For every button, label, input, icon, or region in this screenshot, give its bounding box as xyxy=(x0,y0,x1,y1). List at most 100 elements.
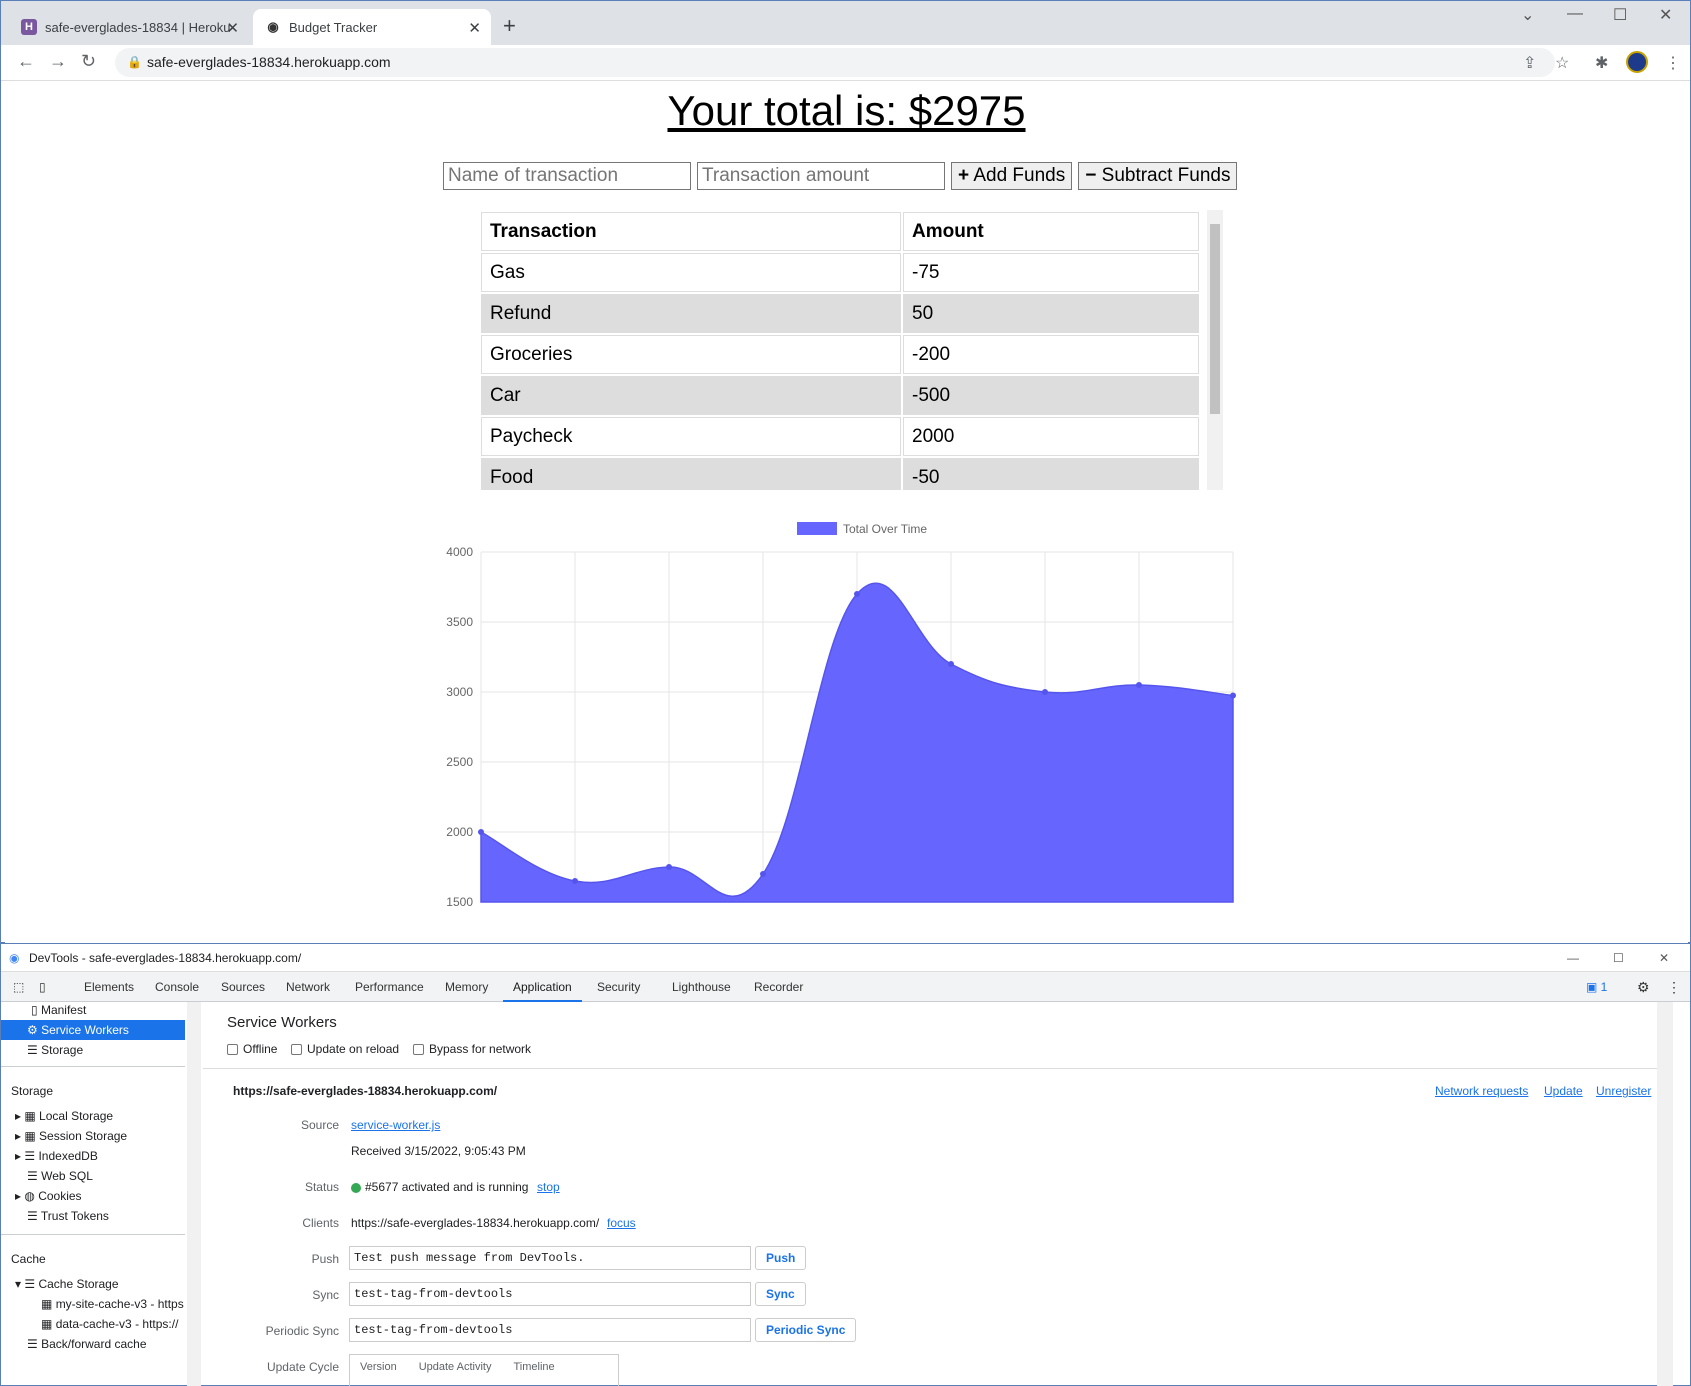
close-tab-icon[interactable]: ✕ xyxy=(226,19,239,37)
data-point xyxy=(572,878,578,884)
more-options-icon[interactable]: ⋮ xyxy=(1667,972,1681,1002)
sidebar-item-trust-tokens[interactable]: ☰ Trust Tokens xyxy=(1,1206,185,1226)
devtools-tabbar: ⬚ ▯ Elements Console Sources Network Per… xyxy=(1,972,1690,1002)
checkbox-box[interactable] xyxy=(413,1044,424,1056)
sidebar-item-bfcache[interactable]: ☰ Back/forward cache xyxy=(1,1334,185,1354)
tab-network[interactable]: Network xyxy=(286,972,330,1002)
file-icon: ▯ xyxy=(31,1003,38,1017)
close-window-icon[interactable]: ✕ xyxy=(1659,944,1669,972)
new-tab-icon[interactable]: + xyxy=(503,13,516,39)
transaction-amount-input[interactable] xyxy=(697,162,945,190)
address-bar[interactable]: 🔒 safe-everglades-18834.herokuapp.com xyxy=(115,48,1555,77)
close-tab-icon[interactable]: ✕ xyxy=(468,19,481,37)
scrollbar-thumb[interactable] xyxy=(1210,224,1220,414)
maximize-icon[interactable]: ☐ xyxy=(1613,944,1624,972)
sidebar-item-cache-storage[interactable]: ▾ ☰ Cache Storage xyxy=(1,1274,185,1294)
add-funds-button[interactable]: + Add Funds xyxy=(951,162,1073,190)
tab-search-icon[interactable]: ⌄ xyxy=(1521,5,1534,25)
extensions-icon[interactable]: ✱ xyxy=(1595,53,1608,73)
stop-link[interactable]: stop xyxy=(537,1180,560,1194)
minimize-icon[interactable]: — xyxy=(1567,944,1579,972)
status-text: #5677 activated and is running xyxy=(365,1180,529,1194)
checkbox-update-on-reload[interactable]: Update on reload xyxy=(291,1042,399,1056)
reload-icon[interactable]: ↻ xyxy=(81,51,96,72)
table-scrollbar[interactable] xyxy=(1207,210,1223,490)
application-sidebar: ▯ Manifest ⚙ Service Workers ☰ Storage S… xyxy=(1,1002,201,1386)
maximize-icon[interactable]: ☐ xyxy=(1613,5,1627,25)
subtract-funds-button[interactable]: − Subtract Funds xyxy=(1078,162,1238,190)
profile-avatar[interactable] xyxy=(1626,51,1648,73)
close-window-icon[interactable]: ✕ xyxy=(1659,5,1672,25)
network-requests-link[interactable]: Network requests xyxy=(1435,1084,1528,1098)
page-content: Your total is: $2975 + Add Funds − Subtr… xyxy=(5,82,1688,944)
sw-origin: https://safe-everglades-18834.herokuapp.… xyxy=(233,1084,498,1098)
back-icon[interactable]: ← xyxy=(17,51,35,72)
tab-sources[interactable]: Sources xyxy=(221,972,265,1002)
unregister-link[interactable]: Unregister xyxy=(1596,1084,1651,1098)
transactions-table-container[interactable]: Transaction Amount Gas -75 Refund 50 Groce… xyxy=(479,210,1223,490)
bookmark-star-icon[interactable]: ☆ xyxy=(1555,53,1569,73)
devtools-window: ◉ DevTools - safe-everglades-18834.herok… xyxy=(0,943,1691,1386)
device-toolbar-icon[interactable]: ▯ xyxy=(39,972,46,1002)
sidebar-item-local-storage[interactable]: ▸ ▦ Local Storage xyxy=(1,1106,185,1126)
sidebar-item-manifest[interactable]: ▯ Manifest xyxy=(1,1000,185,1020)
tab-application[interactable]: Application xyxy=(503,972,582,1002)
checkbox-bypass-network[interactable]: Bypass for network xyxy=(413,1042,531,1056)
sidebar-item-label: Web SQL xyxy=(41,1169,93,1183)
push-button[interactable]: Push xyxy=(755,1246,807,1270)
checkbox-offline[interactable]: Offline xyxy=(227,1042,277,1056)
panel-scrollbar[interactable] xyxy=(1657,1002,1673,1386)
received-text: Received 3/15/2022, 9:05:43 PM xyxy=(351,1144,526,1158)
tab-console[interactable]: Console xyxy=(155,972,199,1002)
devtools-title: DevTools - safe-everglades-18834.herokua… xyxy=(29,951,302,965)
storage-section-heading: Storage xyxy=(11,1084,54,1098)
periodic-sync-input[interactable]: test-tag-from-devtools xyxy=(349,1318,751,1342)
tab-recorder[interactable]: Recorder xyxy=(754,972,803,1002)
sidebar-item-cache-entry[interactable]: ▦ data-cache-v3 - https:// xyxy=(1,1314,185,1334)
sidebar-item-storage[interactable]: ☰ Storage xyxy=(1,1040,185,1060)
tab-budget-tracker[interactable]: ◉ Budget Tracker ✕ xyxy=(253,9,491,45)
table-row: Paycheck 2000 xyxy=(481,417,1199,456)
database-icon: ☰ xyxy=(27,1337,38,1351)
minus-icon: − xyxy=(1085,165,1097,186)
sidebar-item-service-workers[interactable]: ⚙ Service Workers xyxy=(1,1020,185,1040)
sidebar-item-cache-entry[interactable]: ▦ my-site-cache-v3 - https xyxy=(1,1294,185,1314)
tab-memory[interactable]: Memory xyxy=(445,972,488,1002)
subtract-funds-label: Subtract Funds xyxy=(1101,165,1231,186)
forward-icon[interactable]: → xyxy=(49,51,67,72)
clients-value: https://safe-everglades-18834.herokuapp.… xyxy=(351,1216,600,1230)
minimize-icon[interactable]: — xyxy=(1567,5,1583,23)
table-icon: ▦ xyxy=(24,1129,36,1143)
x-tick-label: 3/16/2022 xyxy=(1206,911,1260,912)
share-icon[interactable]: ⇪ xyxy=(1523,53,1536,73)
source-link[interactable]: service-worker.js xyxy=(351,1118,440,1132)
x-tick-label: 3/16/2022 xyxy=(1112,911,1166,912)
tab-security[interactable]: Security xyxy=(597,972,640,1002)
focus-link[interactable]: focus xyxy=(607,1216,636,1230)
issues-badge[interactable]: ▣ 1 xyxy=(1586,972,1607,1002)
periodic-sync-button[interactable]: Periodic Sync xyxy=(755,1318,857,1342)
menu-icon[interactable]: ⋮ xyxy=(1665,53,1681,73)
checkbox-box[interactable] xyxy=(227,1044,238,1056)
tab-heroku[interactable]: H safe-everglades-18834 | Heroku ✕ xyxy=(9,9,249,45)
sidebar-item-cookies[interactable]: ▸ ◍ Cookies xyxy=(1,1186,185,1206)
settings-gear-icon[interactable]: ⚙ xyxy=(1637,972,1650,1002)
tab-elements[interactable]: Elements xyxy=(84,972,134,1002)
tab-lighthouse[interactable]: Lighthouse xyxy=(672,972,731,1002)
sidebar-item-web-sql[interactable]: ☰ Web SQL xyxy=(1,1166,185,1186)
sidebar-item-indexeddb[interactable]: ▸ ☰ IndexedDB xyxy=(1,1146,185,1166)
sidebar-scrollbar[interactable] xyxy=(187,1002,201,1386)
checkbox-box[interactable] xyxy=(291,1044,302,1056)
inspect-element-icon[interactable]: ⬚ xyxy=(13,972,24,1002)
data-point xyxy=(1230,692,1236,699)
status-dot-icon xyxy=(351,1182,361,1193)
update-link[interactable]: Update xyxy=(1544,1084,1583,1098)
tab-performance[interactable]: Performance xyxy=(355,972,424,1002)
transaction-name-input[interactable] xyxy=(443,162,691,190)
divider xyxy=(203,1068,1673,1069)
push-input[interactable]: Test push message from DevTools. xyxy=(349,1246,751,1270)
sync-input[interactable]: test-tag-from-devtools xyxy=(349,1282,751,1306)
sync-button[interactable]: Sync xyxy=(755,1282,806,1306)
sidebar-item-session-storage[interactable]: ▸ ▦ Session Storage xyxy=(1,1126,185,1146)
sidebar-item-label: my-site-cache-v3 - https xyxy=(55,1297,184,1311)
